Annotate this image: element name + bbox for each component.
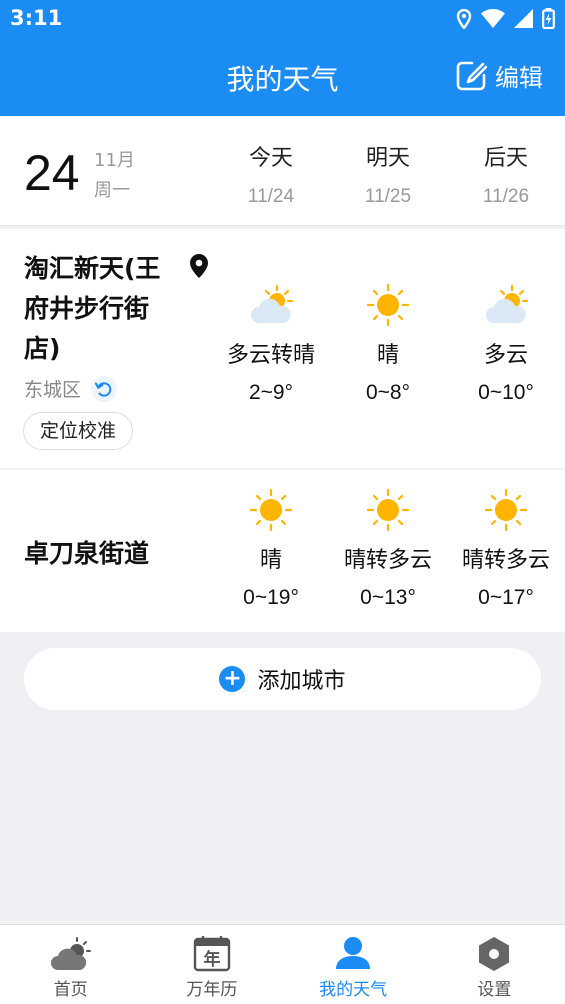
location-status-icon	[456, 8, 472, 29]
add-city-button[interactable]: + 添加城市	[24, 648, 541, 710]
status-bar: 3:11	[0, 0, 565, 38]
home-weather-icon	[50, 937, 91, 970]
battery-icon	[542, 8, 555, 29]
day-column-today: 今天 11/24	[211, 116, 331, 208]
refresh-icon	[95, 381, 112, 397]
settings-icon	[479, 937, 510, 971]
plus-icon: +	[219, 666, 246, 692]
refresh-location-button[interactable]	[91, 375, 118, 402]
tab-settings[interactable]: 设置	[424, 925, 565, 1004]
day-column-tomorrow: 明天 11/25	[328, 116, 448, 208]
calendar-glyph: 年	[203, 949, 220, 970]
today-weekday: 周一	[94, 180, 130, 201]
location-card-saved[interactable]: 卓刀泉街道 晴 0~19° 晴转多云 0~13° 晴转多云 0~17°	[0, 470, 565, 632]
bottom-tab-bar: 首页 年 万年历 我的天气 设置	[0, 924, 565, 1004]
calibrate-location-button[interactable]: 定位校准	[23, 412, 134, 450]
day-date: 11/25	[364, 186, 412, 207]
sunny-icon	[366, 488, 410, 532]
tab-label: 我的天气	[319, 980, 388, 1000]
tab-my-weather[interactable]: 我的天气	[283, 925, 424, 1004]
day-name: 后天	[483, 146, 528, 171]
edit-icon	[456, 61, 487, 90]
today-month: 11月	[94, 150, 135, 171]
tab-label: 万年历	[186, 980, 238, 1000]
sunny-icon	[249, 488, 293, 532]
location-card-current[interactable]: 淘汇新天(王府井步行街店) 东城区 定位校准 多云转晴 2~9° 晴 0~8° …	[0, 229, 565, 469]
partly-cloudy-icon	[486, 284, 529, 323]
tab-home[interactable]: 首页	[0, 925, 141, 1004]
user-icon	[336, 937, 371, 969]
status-time: 3:11	[10, 6, 63, 30]
tab-label: 首页	[53, 980, 88, 1000]
location-name: 卓刀泉街道	[24, 539, 150, 568]
day-date: 11/24	[247, 186, 295, 207]
app-header: 3:11 我的天气 编辑	[0, 0, 565, 116]
day-name: 今天	[248, 146, 293, 171]
forecast-text: 晴转多云	[461, 548, 550, 573]
status-icons	[456, 8, 555, 29]
day-column-day-after: 后天 11/26	[446, 116, 565, 208]
forecast-day-after: 多云 0~10°	[436, 283, 565, 405]
date-header: 24 11月 周一 今天 11/24 明天 11/25 后天 11/26	[0, 116, 565, 226]
sunny-icon	[366, 283, 410, 327]
day-name: 明天	[365, 146, 410, 171]
partly-cloudy-icon	[251, 284, 294, 323]
today-day: 24	[24, 145, 80, 201]
day-date: 11/26	[482, 186, 530, 207]
edit-button[interactable]: 编辑	[455, 58, 543, 93]
add-city-label: 添加城市	[257, 669, 346, 694]
tab-label: 设置	[477, 980, 512, 1000]
location-pin-icon	[190, 254, 208, 278]
district: 东城区	[24, 375, 118, 402]
forecast-text: 多云	[483, 343, 528, 368]
wifi-icon	[481, 9, 505, 28]
district-label: 东城区	[24, 379, 82, 401]
edit-label: 编辑	[495, 64, 543, 92]
tab-calendar[interactable]: 年 万年历	[141, 925, 282, 1004]
forecast-temp: 0~17°	[478, 586, 534, 609]
forecast-day-after: 晴转多云 0~17°	[436, 488, 565, 610]
location-name: 淘汇新天(王府井步行街店)	[24, 254, 161, 363]
forecast-temp: 0~10°	[478, 381, 534, 404]
sunny-icon	[484, 488, 528, 532]
calendar-icon: 年	[193, 936, 231, 972]
signal-icon	[514, 9, 533, 28]
